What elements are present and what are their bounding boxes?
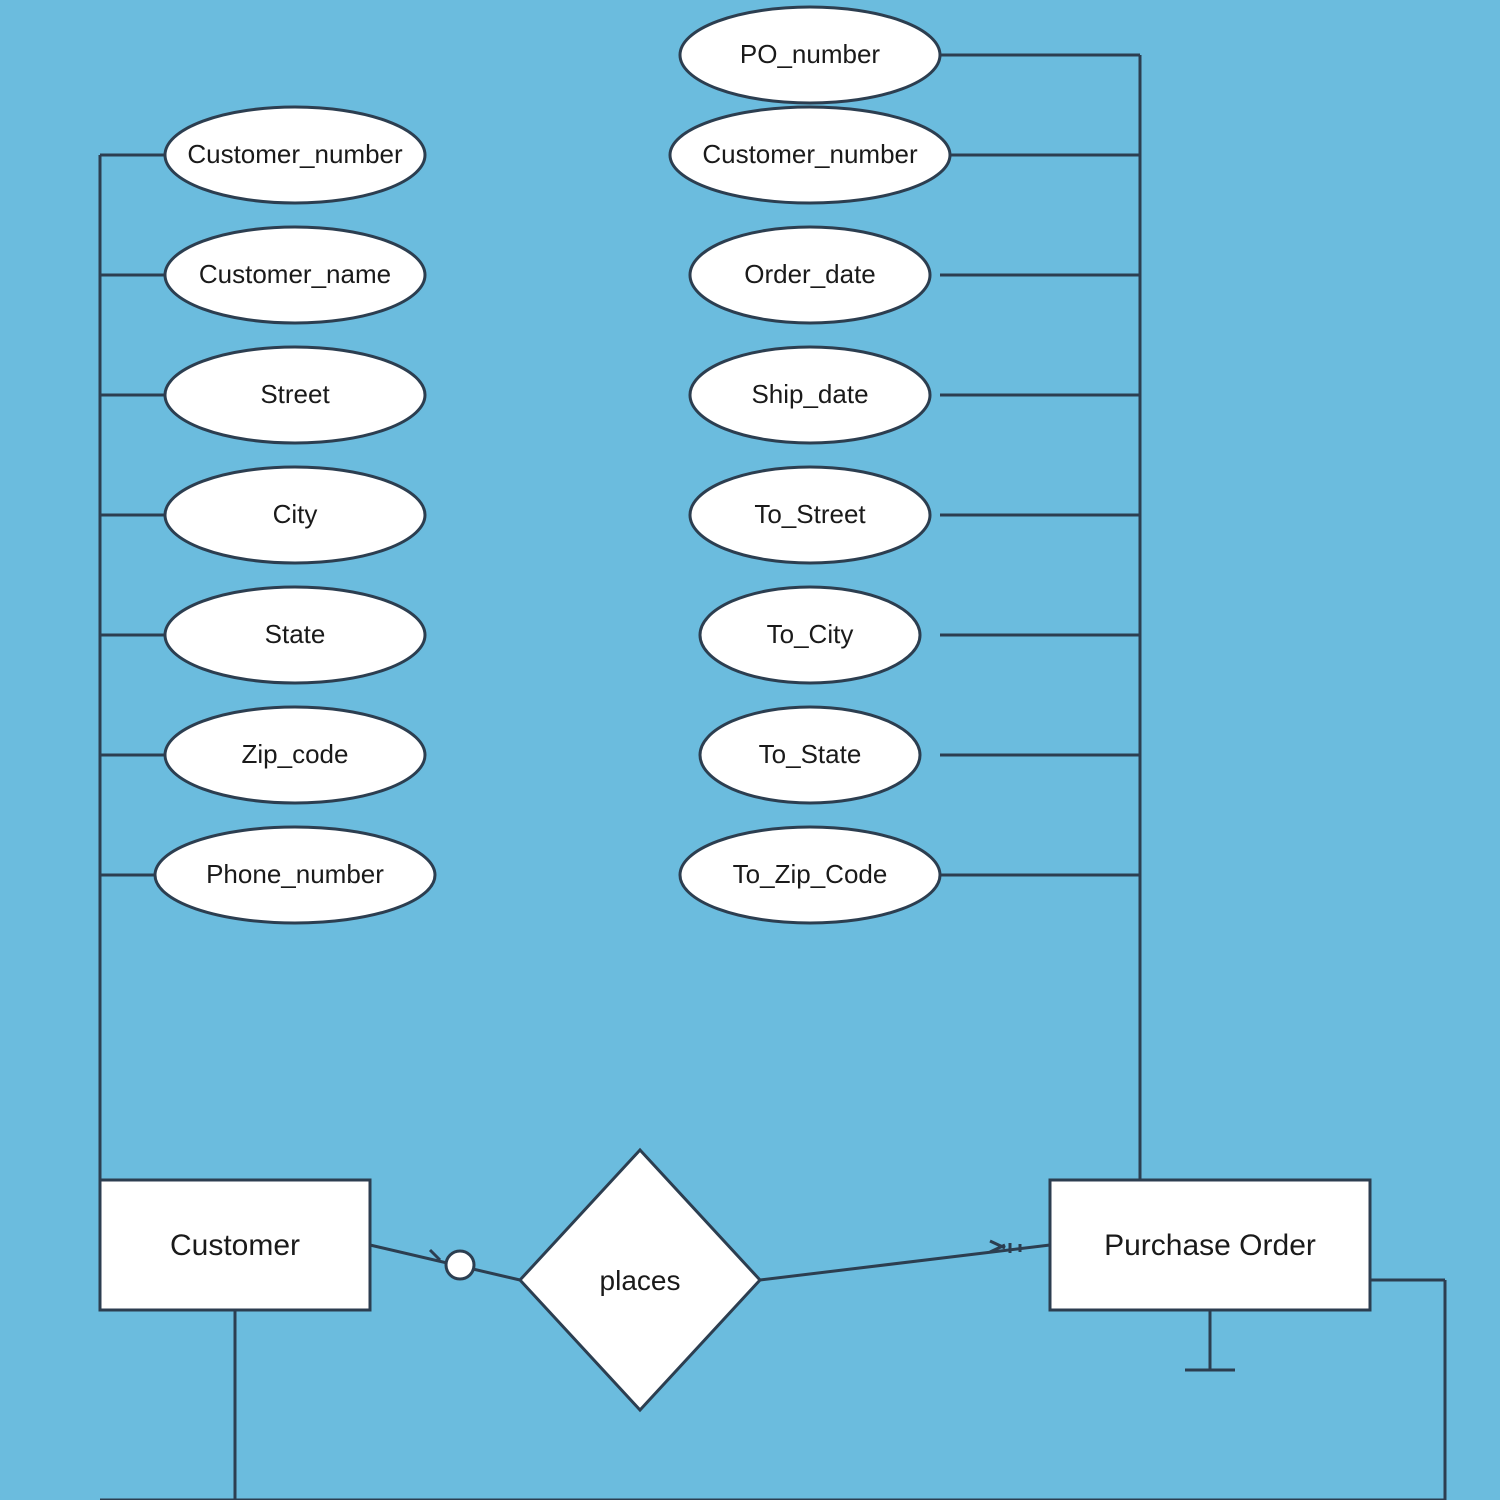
attr-to-street-label: To_Street [754,499,866,529]
attr-order-customer-number-label: Customer_number [702,139,918,169]
relation-places-label: places [600,1265,681,1296]
attr-ship-date-label: Ship_date [751,379,868,409]
attr-to-zip-code-label: To_Zip_Code [733,859,888,889]
attr-po-number-label: PO_number [740,39,881,69]
attr-state-label: State [265,619,326,649]
attr-street-label: Street [260,379,330,409]
attr-phone-number-label: Phone_number [206,859,384,889]
attr-customer-number-label: Customer_number [187,139,403,169]
attr-order-date-label: Order_date [744,259,876,289]
entity-purchase-order-label: Purchase Order [1104,1229,1316,1262]
attr-zip-code-label: Zip_code [242,739,349,769]
cardinality-circle-customer [446,1251,474,1279]
attr-to-state-label: To_State [759,739,862,769]
attr-city-label: City [273,499,318,529]
attr-customer-name-label: Customer_name [199,259,391,289]
entity-customer-label: Customer [170,1229,300,1262]
attr-to-city-label: To_City [767,619,854,649]
